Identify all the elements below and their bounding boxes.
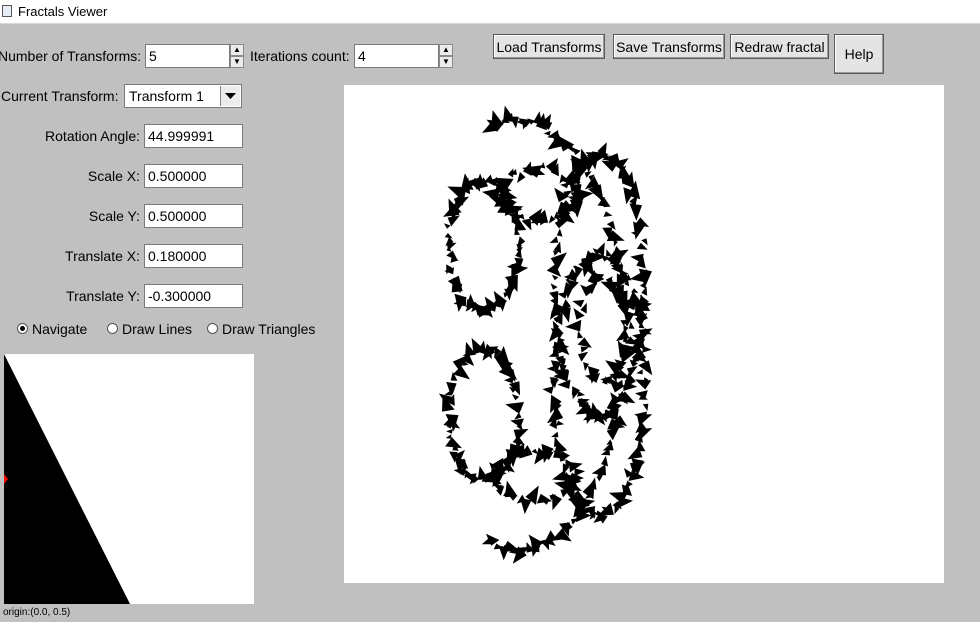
fractal-triangle xyxy=(556,420,565,426)
transform-triangle[interactable] xyxy=(4,354,130,604)
fractal-triangle xyxy=(603,211,613,217)
fractal-triangle xyxy=(549,236,559,244)
num-transforms-spinner[interactable]: ▲ ▼ xyxy=(230,44,244,68)
transform-preview-canvas[interactable] xyxy=(0,354,254,604)
fractal-triangle xyxy=(591,464,606,476)
fractal-triangle xyxy=(446,429,453,434)
scale-y-label: Scale Y: xyxy=(88,208,140,224)
fractal-triangle xyxy=(629,269,648,283)
iterations-label: Iterations count: xyxy=(250,48,350,64)
current-transform-label: Current Transform: xyxy=(1,88,119,104)
radio-unselected-icon[interactable] xyxy=(207,323,218,334)
fractal-triangle xyxy=(503,376,514,384)
fractal-triangle xyxy=(543,130,551,136)
fractal-triangle xyxy=(577,330,584,339)
num-transforms-field[interactable]: 5 xyxy=(145,44,230,68)
fractal-triangle xyxy=(601,455,609,467)
fractal-triangle xyxy=(577,351,589,362)
fractal-triangle xyxy=(556,228,563,237)
iterations-field[interactable]: 4 xyxy=(354,44,439,68)
fractal-triangle xyxy=(509,116,519,129)
fractal-triangle xyxy=(540,539,550,551)
app-icon xyxy=(2,5,12,17)
fractal-triangle xyxy=(616,328,630,342)
fractal-triangle xyxy=(636,369,643,375)
num-transforms-label: Number of Transforms: xyxy=(0,48,142,64)
transform-preview-svg[interactable] xyxy=(0,354,254,604)
fractal-triangle xyxy=(631,288,639,293)
current-transform-value: Transform 1 xyxy=(129,88,204,104)
scale-x-field[interactable]: 0.500000 xyxy=(144,164,243,188)
save-transforms-button[interactable]: Save Transforms xyxy=(613,34,725,59)
spin-up-icon[interactable]: ▲ xyxy=(439,44,453,56)
fractal-triangle xyxy=(557,379,571,389)
translate-x-field[interactable]: 0.180000 xyxy=(144,244,243,268)
radio-draw-lines-label[interactable]: Draw Lines xyxy=(122,320,192,338)
origin-readout: origin:(0.0, 0.5) xyxy=(3,607,71,618)
scale-x-label: Scale X: xyxy=(87,168,140,184)
load-transforms-button[interactable]: Load Transforms xyxy=(493,34,605,59)
fractal-triangle xyxy=(477,465,489,480)
fractal-triangle xyxy=(551,431,559,438)
translate-x-label: Translate X: xyxy=(65,248,140,264)
iterations-spinner[interactable]: ▲ ▼ xyxy=(439,44,453,68)
fractal-triangle xyxy=(548,215,556,224)
fractal-triangle xyxy=(572,299,585,308)
fractal-triangle xyxy=(517,171,526,183)
fractal-triangle xyxy=(550,283,558,290)
chevron-down-icon[interactable] xyxy=(220,86,240,106)
rotation-angle-label: Rotation Angle: xyxy=(45,128,140,144)
current-transform-select[interactable]: Transform 1 xyxy=(124,84,242,108)
spin-down-icon[interactable]: ▼ xyxy=(230,56,244,68)
window-title: Fractals Viewer xyxy=(18,4,108,19)
fractal-triangle xyxy=(642,403,649,411)
fractal-triangle xyxy=(540,162,546,169)
fractal-triangle xyxy=(603,198,611,208)
radio-draw-triangles-label[interactable]: Draw Triangles xyxy=(222,320,315,338)
radio-unselected-icon[interactable] xyxy=(107,323,118,334)
fractal-triangle xyxy=(444,233,453,239)
fractal-triangle xyxy=(445,434,452,439)
fractal-triangle xyxy=(636,414,653,426)
fractal-triangle xyxy=(511,263,529,277)
radio-navigate-label[interactable]: Navigate xyxy=(32,320,87,338)
fractal-triangle xyxy=(551,274,559,281)
scale-y-field[interactable]: 0.500000 xyxy=(144,204,243,228)
fractal-triangle xyxy=(635,379,652,390)
fractal-shapes xyxy=(438,105,653,564)
spin-up-icon[interactable]: ▲ xyxy=(230,44,244,56)
fractal-canvas[interactable] xyxy=(344,85,944,583)
spin-down-icon[interactable]: ▼ xyxy=(439,56,453,68)
fractal-triangle xyxy=(623,310,635,327)
translate-y-field[interactable]: -0.300000 xyxy=(144,284,243,308)
fractal-triangle xyxy=(481,537,492,545)
redraw-fractal-button[interactable]: Redraw fractal xyxy=(730,34,829,59)
rotation-angle-field[interactable]: 44.999991 xyxy=(144,124,243,148)
fractal-triangle xyxy=(574,468,586,477)
fractal-triangle xyxy=(514,412,522,420)
help-button[interactable]: Help xyxy=(834,34,884,74)
fractal-triangle xyxy=(445,437,462,449)
translate-y-label: Translate Y: xyxy=(66,288,140,304)
fractal-triangle xyxy=(505,402,525,414)
fractal-triangle xyxy=(443,223,451,229)
fractal-drawing xyxy=(438,105,653,564)
fractal-triangle xyxy=(511,394,520,401)
fractal-triangle xyxy=(577,337,592,348)
radio-selected-icon[interactable] xyxy=(17,323,28,334)
fractal-triangle xyxy=(565,319,582,332)
fractal-triangle xyxy=(641,346,652,353)
fractal-triangle xyxy=(542,386,554,394)
fractal-triangle xyxy=(580,346,589,353)
fractal-triangle xyxy=(628,321,635,329)
title-bar: Fractals Viewer xyxy=(0,0,980,24)
